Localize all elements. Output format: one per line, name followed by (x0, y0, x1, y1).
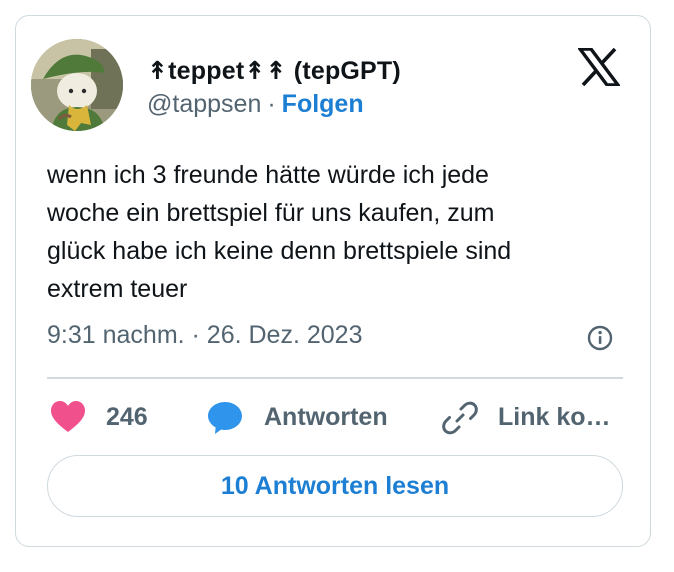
like-count: 246 (106, 403, 148, 431)
read-replies-button[interactable]: 10 Antworten lesen (47, 455, 623, 517)
separator-dot: · (267, 90, 276, 118)
avatar[interactable] (31, 39, 123, 131)
speech-bubble-icon (208, 402, 242, 434)
copy-link-button[interactable]: Link ko… (442, 398, 622, 438)
divider (47, 377, 623, 379)
tweet-text: wenn ich 3 freunde hätte würde ich jede … (47, 161, 512, 303)
x-logo-icon[interactable] (576, 47, 622, 87)
reply-button[interactable]: Antworten (207, 398, 417, 438)
author-handle[interactable]: @tappsen (147, 90, 261, 118)
info-icon[interactable] (587, 325, 613, 351)
heart-icon (51, 401, 85, 432)
author-handle-row: @tappsen · Folgen (147, 90, 364, 119)
link-label: Link ko… (498, 403, 611, 431)
reply-label: Antworten (264, 403, 388, 431)
link-icon (442, 401, 478, 435)
author-display-name[interactable]: ↟teppet↟↟ (tepGPT) (147, 56, 401, 86)
follow-button[interactable]: Folgen (282, 90, 364, 118)
like-button[interactable]: 246 (50, 398, 170, 438)
tweet-timestamp[interactable]: 9:31 nachm. · 26. Dez. 2023 (47, 321, 362, 350)
avatar-image (31, 39, 123, 131)
